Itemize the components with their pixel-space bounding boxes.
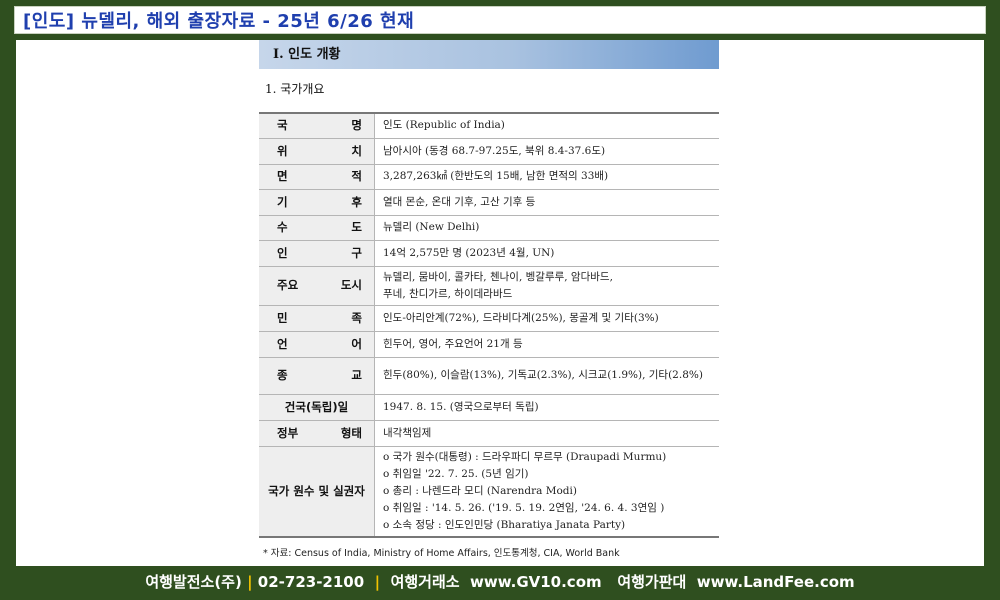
value-line: 14억 2,575만 명 (2023년 4월, UN) — [383, 246, 555, 259]
row-label: 국 명 — [259, 113, 375, 138]
value-line: 3,287,263㎢ (한반도의 15배, 남한 면적의 33배) — [383, 170, 609, 182]
value-line: 1947. 8. 15. (영국으로부터 독립) — [383, 400, 539, 413]
row-value: 뉴델리 (New Delhi) — [375, 215, 720, 240]
value-line: 열대 몬순, 온대 기후, 고산 기후 등 — [383, 195, 536, 208]
row-label: 종 교 — [259, 357, 375, 394]
row-label: 민 족 — [259, 305, 375, 331]
footer-link-landfee[interactable]: 여행가판대 www.LandFee.com — [617, 573, 854, 591]
row-value: 남아시아 (동경 68.7-97.25도, 북위 8.4-37.6도) — [375, 138, 720, 164]
row-label: 주요 도시 — [259, 266, 375, 305]
sub-heading: 1. 국가개요 — [265, 82, 325, 96]
country-overview-table: 국 명 인도 (Republic of India) 위 치 남아시아 (동경 68.… — [259, 112, 719, 538]
row-label: 인 구 — [259, 240, 375, 266]
value-line: o 국가 원수(대통령) : 드라우파디 무르무 (Draupadi Murmu… — [383, 450, 667, 463]
table-row: 주요 도시 뉴델리, 뭄바이, 콜카타, 첸나이, 벵갈루루, 암다바드, 푸네, … — [259, 266, 719, 305]
row-label: 국가 원수 및 실권자 — [259, 446, 375, 537]
table-row: 건국(독립)일 1947. 8. 15. (영국으로부터 독립) — [259, 394, 719, 420]
footer-separator: | — [374, 573, 381, 591]
table-row: 수 도 뉴델리 (New Delhi) — [259, 215, 719, 240]
table-row: 국 명 인도 (Republic of India) — [259, 113, 719, 138]
row-label: 위 치 — [259, 138, 375, 164]
row-value: 인도-아리안계(72%), 드라비다계(25%), 몽골계 및 기타(3%) — [375, 305, 720, 331]
value-line: o 취임일 '22. 7. 25. (5년 임기) — [383, 467, 529, 480]
row-label: 건국(독립)일 — [259, 394, 375, 420]
row-value: o 국가 원수(대통령) : 드라우파디 무르무 (Draupadi Murmu… — [375, 446, 720, 537]
table-row: 면 적 3,287,263㎢ (한반도의 15배, 남한 면적의 33배) — [259, 164, 719, 189]
footer-separator: | — [247, 573, 253, 591]
row-label: 기 후 — [259, 189, 375, 215]
table-row: 기 후 열대 몬순, 온대 기후, 고산 기후 등 — [259, 189, 719, 215]
row-value: 열대 몬순, 온대 기후, 고산 기후 등 — [375, 189, 720, 215]
footer-link-gv10[interactable]: 여행거래소 www.GV10.com — [391, 573, 602, 591]
table-row: 정부 형태 내각책임제 — [259, 420, 719, 446]
value-line: 힌두어, 영어, 주요언어 21개 등 — [383, 337, 523, 350]
value-line: 인도 (Republic of India) — [383, 119, 505, 132]
value-line: o 총리 : 나렌드라 모디 (Narendra Modi) — [383, 484, 577, 497]
row-value: 14억 2,575만 명 (2023년 4월, UN) — [375, 240, 720, 266]
row-value: 인도 (Republic of India) — [375, 113, 720, 138]
section-header: Ⅰ. 인도 개황 — [259, 40, 719, 69]
value-line: o 취임일 : '14. 5. 26. ('19. 5. 19. 2연임, '2… — [383, 501, 665, 514]
row-value: 3,287,263㎢ (한반도의 15배, 남한 면적의 33배) — [375, 164, 720, 189]
table-row: 국가 원수 및 실권자 o 국가 원수(대통령) : 드라우파디 무르무 (Dra… — [259, 446, 719, 537]
document-area: Ⅰ. 인도 개황 1. 국가개요 국 명 인도 (Republic of Indi… — [16, 40, 984, 566]
document-page: Ⅰ. 인도 개황 1. 국가개요 국 명 인도 (Republic of Indi… — [259, 40, 719, 566]
table-row: 인 구 14억 2,575만 명 (2023년 4월, UN) — [259, 240, 719, 266]
value-line: 뉴델리, 뭄바이, 콜카타, 첸나이, 벵갈루루, 암다바드, — [383, 270, 613, 283]
row-value: 1947. 8. 15. (영국으로부터 독립) — [375, 394, 720, 420]
source-note: * 자료: Census of India, Ministry of Home … — [263, 548, 620, 559]
table-row: 종 교 힌두(80%), 이슬람(13%), 기독교(2.3%), 시크교(1.9… — [259, 357, 719, 394]
row-label: 언 어 — [259, 331, 375, 357]
row-label: 면 적 — [259, 164, 375, 189]
page-title: [인도] 뉴델리, 해외 출장자료 - 25년 6/26 현재 — [23, 11, 415, 32]
table-row: 위 치 남아시아 (동경 68.7-97.25도, 북위 8.4-37.6도) — [259, 138, 719, 164]
row-value: 힌두(80%), 이슬람(13%), 기독교(2.3%), 시크교(1.9%),… — [375, 357, 720, 394]
footer-phone: 02-723-2100 — [257, 573, 365, 591]
value-line: 뉴델리 (New Delhi) — [383, 221, 480, 233]
row-label: 수 도 — [259, 215, 375, 240]
value-line: 남아시아 (동경 68.7-97.25도, 북위 8.4-37.6도) — [383, 144, 606, 157]
value-line: 푸네, 찬디가르, 하이데라바드 — [383, 287, 513, 300]
table-row: 언 어 힌두어, 영어, 주요언어 21개 등 — [259, 331, 719, 357]
row-label: 정부 형태 — [259, 420, 375, 446]
table-row: 민 족 인도-아리안계(72%), 드라비다계(25%), 몽골계 및 기타(3%… — [259, 305, 719, 331]
value-line: o 소속 정당 : 인도인민당 (Bharatiya Janata Party) — [383, 518, 626, 531]
page-title-bar: [인도] 뉴델리, 해외 출장자료 - 25년 6/26 현재 — [14, 6, 986, 34]
row-value: 힌두어, 영어, 주요언어 21개 등 — [375, 331, 720, 357]
row-value: 뉴델리, 뭄바이, 콜카타, 첸나이, 벵갈루루, 암다바드, 푸네, 찬디가르,… — [375, 266, 720, 305]
value-line: 힌두(80%), 이슬람(13%), 기독교(2.3%), 시크교(1.9%),… — [383, 369, 703, 381]
footer-company: 여행발전소(주) — [145, 573, 242, 591]
footer-banner: 여행발전소(주) | 02-723-2100 | 여행거래소 www.GV10.… — [0, 568, 1000, 596]
row-value: 내각책임제 — [375, 420, 720, 446]
value-line: 내각책임제 — [383, 426, 432, 439]
value-line: 인도-아리안계(72%), 드라비다계(25%), 몽골계 및 기타(3%) — [383, 311, 659, 324]
